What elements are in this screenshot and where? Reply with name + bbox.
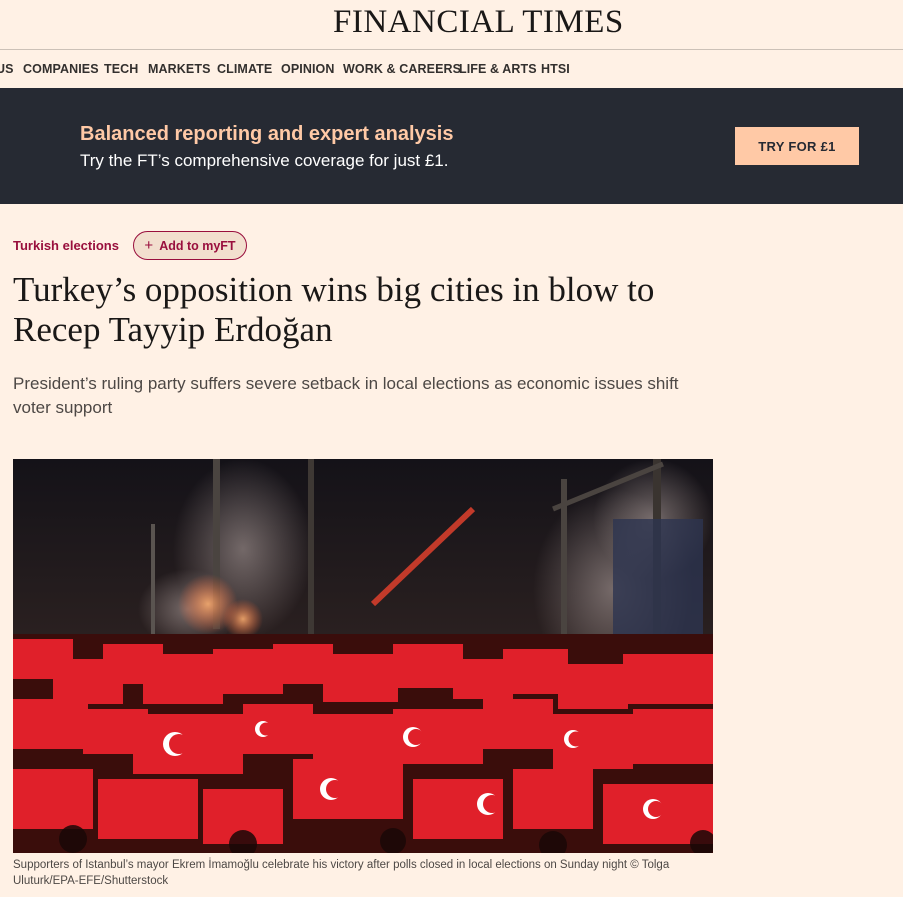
nav-item-climate[interactable]: CLIMATE xyxy=(217,62,272,76)
nav-item-tech[interactable]: TECH xyxy=(104,62,138,76)
article-title: Turkey’s opposition wins big cities in b… xyxy=(13,270,655,349)
nav-item-life-arts[interactable]: LIFE & ARTS xyxy=(459,62,537,76)
ft-logo[interactable]: FINANCIAL TIMES xyxy=(333,4,624,41)
add-to-myft-label: Add to myFT xyxy=(159,238,236,253)
add-to-myft-button[interactable]: + Add to myFT xyxy=(133,231,247,260)
plus-icon: + xyxy=(144,237,154,254)
nav-item-opinion[interactable]: OPINION xyxy=(281,62,334,76)
crowd-with-flags-photo xyxy=(13,459,713,853)
nav-item-us[interactable]: US xyxy=(0,62,14,76)
topic-link[interactable]: Turkish elections xyxy=(13,238,119,253)
article-standfirst: President’s ruling party suffers severe … xyxy=(13,374,679,417)
nav-item-work-careers[interactable]: WORK & CAREERS xyxy=(343,62,461,76)
nav-item-htsi[interactable]: HTSI xyxy=(541,62,570,76)
article-main-image xyxy=(13,459,713,853)
nav-item-markets[interactable]: MARKETS xyxy=(148,62,211,76)
main-nav: US COMPANIES TECH MARKETS CLIMATE OPINIO… xyxy=(0,50,903,88)
try-for-1-button[interactable]: TRY FOR £1 xyxy=(735,127,859,165)
banner-subtext: Try the FT’s comprehensive coverage for … xyxy=(80,151,449,170)
banner-headline: Balanced reporting and expert analysis xyxy=(80,123,454,145)
subscription-banner: Balanced reporting and expert analysis T… xyxy=(0,88,903,204)
masthead: FINANCIAL TIMES xyxy=(0,0,903,50)
nav-item-companies[interactable]: COMPANIES xyxy=(23,62,99,76)
image-caption: Supporters of Istanbul’s mayor Ekrem İma… xyxy=(13,859,670,887)
